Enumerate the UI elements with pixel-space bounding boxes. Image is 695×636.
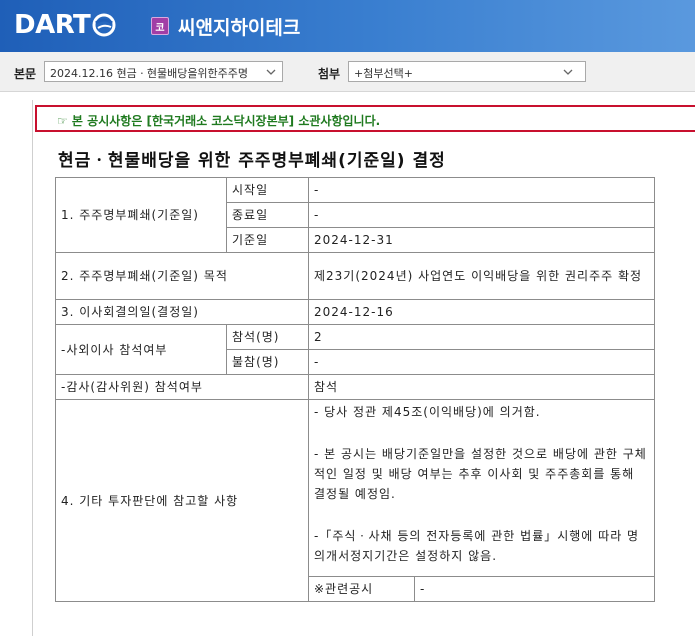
table-row: 2. 주주명부폐쇄(기준일) 목적 제23기(2024년) 사업연도 이익배당을… (55, 252, 655, 300)
table-cell-sublabel: 종료일 (226, 202, 309, 228)
table-cell-value: - (308, 349, 655, 375)
notice-text: ☞ 본 공시사항은 [한국거래소 코스닥시장본부] 소관사항입니다. (57, 114, 381, 128)
table-cell-sublabel: 불참(명) (226, 349, 309, 375)
logo-text: DART (14, 10, 91, 40)
table-cell-value: 2024-12-31 (308, 227, 655, 253)
logo-swirl-icon (92, 13, 116, 37)
table-cell-sublabel: 기준일 (226, 227, 309, 253)
table-cell-label: 1. 주주명부폐쇄(기준일) (55, 177, 227, 253)
document-toolbar: 본문 2024.12.16 현금ㆍ현물배당을위한주주명 첨부 +첨부선택+ (0, 52, 695, 92)
table-cell-label: -감사(감사위원) 참석여부 (55, 374, 309, 400)
table-cell-sublabel: ※관련공시 (308, 576, 415, 602)
notice-box: ☞ 본 공시사항은 [한국거래소 코스닥시장본부] 소관사항입니다. (35, 105, 695, 132)
dart-logo[interactable]: DART (14, 8, 116, 42)
table-cell-label: -사외이사 참석여부 (55, 324, 227, 375)
attachment-label: 첨부 (318, 67, 341, 81)
main-doc-label: 본문 (14, 67, 37, 81)
table-cell-label: 4. 기타 투자판단에 참고할 사항 (55, 399, 309, 602)
table-row: 3. 이사회결의일(결정일) 2024-12-16 (55, 299, 655, 325)
company-name: 씨앤지하이테크 (178, 17, 301, 39)
table-cell-label: 2. 주주명부폐쇄(기준일) 목적 (55, 252, 309, 300)
table-cell-value: 참석 (308, 374, 655, 400)
table-cell-value: - (308, 202, 655, 228)
document-title: 현금ㆍ현물배당을 위한 주주명부폐쇄(기준일) 결정 (58, 151, 446, 171)
disclosure-table: 1. 주주명부폐쇄(기준일) 시작일 - 종료일 - 기준일 2024-12-3… (55, 177, 655, 602)
table-cell-value: - (308, 177, 655, 203)
table-cell-sublabel: 시작일 (226, 177, 309, 203)
attachment-select[interactable]: +첨부선택+ (348, 61, 586, 82)
chevron-down-icon (266, 69, 276, 75)
chevron-down-icon (563, 69, 573, 75)
remark-line: -「주식ㆍ사채 등의 전자등록에 관한 법률」시행에 따라 명의개서정지기간은 … (314, 529, 640, 563)
top-header: DART 코 씨앤지하이테크 (0, 0, 695, 52)
table-cell-value: - 당사 정관 제45조(이익배당)에 의거함. - 본 공시는 배당기준일만을… (308, 399, 655, 577)
main-doc-select[interactable]: 2024.12.16 현금ㆍ현물배당을위한주주명 (44, 61, 283, 82)
table-row: 1. 주주명부폐쇄(기준일) 시작일 - (55, 177, 655, 253)
table-cell-value: 제23기(2024년) 사업연도 이익배당을 위한 권리주주 확정 (308, 252, 655, 300)
table-row: -사외이사 참석여부 참석(명) 2 (55, 324, 655, 375)
table-cell-value: - (414, 576, 655, 602)
table-row: -감사(감사위원) 참석여부 참석 (55, 374, 655, 400)
company-market-badge: 코 (151, 17, 169, 35)
table-cell-sublabel: 참석(명) (226, 324, 309, 350)
table-cell-value: 2024-12-16 (308, 299, 655, 325)
main-doc-select-value: 2024.12.16 현금ㆍ현물배당을위한주주명 (50, 67, 249, 80)
remark-line: - 본 공시는 배당기준일만을 설정한 것으로 배당에 관한 구체적인 일정 및… (314, 447, 647, 501)
table-row: 4. 기타 투자판단에 참고할 사항 - 당사 정관 제45조(이익배당)에 의… (55, 399, 655, 602)
table-cell-value: 2 (308, 324, 655, 350)
attachment-select-value: +첨부선택+ (354, 67, 413, 80)
table-cell-label: 3. 이사회결의일(결정일) (55, 299, 309, 325)
remark-line: - 당사 정관 제45조(이익배당)에 의거함. (314, 405, 541, 419)
